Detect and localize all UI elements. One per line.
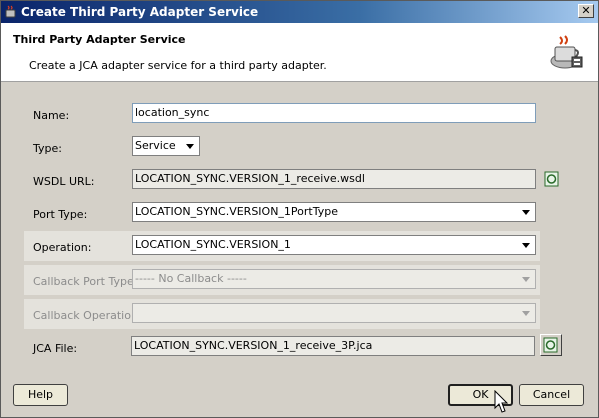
operation-value: LOCATION_SYNC.VERSION_1 bbox=[135, 238, 291, 251]
jca-file-label: JCA File: bbox=[33, 342, 78, 355]
type-select[interactable]: Service bbox=[132, 136, 200, 156]
cancel-button[interactable]: Cancel bbox=[519, 384, 584, 406]
port-type-value: LOCATION_SYNC.VERSION_1PortType bbox=[135, 205, 339, 218]
callback-operation-select[interactable] bbox=[132, 303, 536, 323]
callback-operation-label: Callback Operation: bbox=[33, 309, 142, 322]
port-type-label: Port Type: bbox=[33, 208, 88, 221]
dialog-window: Create Third Party Adapter Service ✕ Thi… bbox=[0, 0, 599, 418]
wsdl-url-row: WSDL URL: LOCATION_SYNC.VERSION_1_receiv… bbox=[24, 165, 540, 195]
wsdl-url-label: WSDL URL: bbox=[33, 175, 95, 188]
callback-operation-row: Callback Operation: bbox=[24, 299, 540, 329]
operation-row: Operation: LOCATION_SYNC.VERSION_1 bbox=[24, 231, 540, 261]
name-row: Name: location_sync bbox=[24, 99, 540, 129]
wsdl-browse-icon bbox=[544, 171, 559, 187]
callback-port-type-select[interactable]: ----- No Callback ----- bbox=[132, 269, 536, 289]
mouse-pointer-icon bbox=[494, 390, 509, 413]
jca-file-browse-button[interactable] bbox=[540, 334, 562, 356]
header-description: Create a JCA adapter service for a third… bbox=[29, 59, 327, 72]
type-label: Type: bbox=[33, 142, 62, 155]
chevron-down-icon bbox=[522, 277, 530, 282]
java-app-icon bbox=[5, 5, 16, 18]
wsdl-url-input[interactable]: LOCATION_SYNC.VERSION_1_receive.wsdl bbox=[132, 169, 536, 189]
callback-port-type-row: Callback Port Type: ----- No Callback --… bbox=[24, 265, 540, 295]
type-row: Type: Service bbox=[24, 132, 540, 162]
operation-select[interactable]: LOCATION_SYNC.VERSION_1 bbox=[132, 235, 536, 255]
type-value: Service bbox=[135, 139, 176, 152]
coffee-cup-adapter-icon bbox=[550, 35, 583, 69]
callback-port-type-label: Callback Port Type: bbox=[33, 275, 138, 288]
chevron-down-icon bbox=[522, 311, 530, 316]
close-button[interactable]: ✕ bbox=[578, 4, 594, 18]
port-type-row: Port Type: LOCATION_SYNC.VERSION_1PortTy… bbox=[24, 198, 540, 228]
form-panel: Name: location_sync Type: Service WSDL U… bbox=[24, 94, 540, 366]
callback-port-type-value: ----- No Callback ----- bbox=[135, 272, 247, 285]
window-title: Create Third Party Adapter Service bbox=[21, 5, 259, 19]
wsdl-browse-button[interactable] bbox=[542, 169, 562, 189]
chevron-down-icon bbox=[522, 243, 530, 248]
name-label: Name: bbox=[33, 109, 70, 122]
jca-file-input[interactable]: LOCATION_SYNC.VERSION_1_receive_3P.jca bbox=[131, 336, 535, 356]
help-button[interactable]: Help bbox=[13, 384, 68, 406]
jca-file-browse-icon bbox=[543, 337, 558, 353]
operation-label: Operation: bbox=[33, 241, 92, 254]
dialog-header: Third Party Adapter Service Create a JCA… bbox=[1, 23, 598, 82]
title-bar[interactable]: Create Third Party Adapter Service ✕ bbox=[1, 1, 598, 23]
chevron-down-icon bbox=[186, 144, 194, 149]
header-title: Third Party Adapter Service bbox=[13, 33, 186, 46]
jca-file-row: JCA File: LOCATION_SYNC.VERSION_1_receiv… bbox=[24, 332, 540, 362]
name-input[interactable]: location_sync bbox=[132, 103, 536, 123]
chevron-down-icon bbox=[522, 210, 530, 215]
port-type-select[interactable]: LOCATION_SYNC.VERSION_1PortType bbox=[132, 202, 536, 222]
close-icon: ✕ bbox=[581, 4, 591, 17]
